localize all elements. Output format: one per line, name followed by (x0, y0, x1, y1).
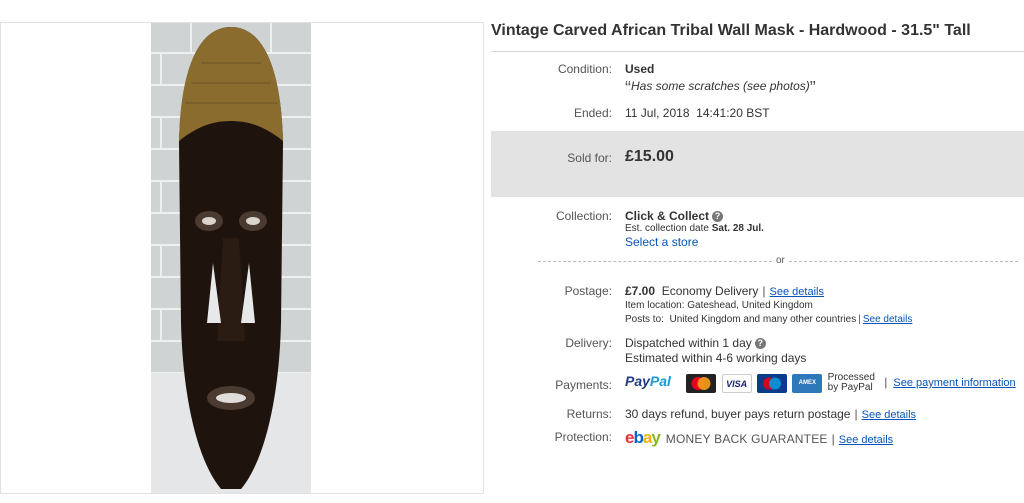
product-photo[interactable] (151, 23, 311, 493)
condition-note-text: Has some scratches (see photos) (631, 79, 810, 93)
mastercard-icon (686, 373, 717, 393)
returns-value: 30 days refund, buyer pays return postag… (625, 407, 917, 421)
collection-est: Est. collection date Sat. 28 Jul. (625, 223, 764, 234)
or-label: or (772, 255, 789, 266)
processed-by-paypal: Processed by PayPal (828, 373, 875, 393)
listing-title: Vintage Carved African Tribal Wall Mask … (491, 22, 971, 39)
collection-est-prefix: Est. collection date (625, 223, 709, 234)
money-back-guarantee: MONEY BACK GUARANTEE (665, 432, 828, 446)
processed-line2: by PayPal (827, 382, 873, 393)
ended-time: 14:41:20 BST (696, 106, 770, 120)
ended-label: Ended: (573, 106, 612, 120)
protection-label: Protection: (554, 430, 612, 444)
protection-value: ebay MONEY BACK GUARANTEE | See details (625, 428, 894, 447)
postage-price: £7.00 (625, 284, 656, 298)
posts-to-see-details-link[interactable]: See details (863, 314, 912, 325)
collection-est-date: Sat. 28 Jul. (711, 223, 764, 234)
postage-value: £7.00 Economy Delivery | See details (625, 284, 824, 298)
ebay-logo-b: b (633, 428, 643, 447)
ended-date: 11 Jul, 2018 (625, 106, 690, 120)
payments-row: Payments: PayPal VISA AMEX Processed by P… (491, 373, 1024, 397)
postage-service: Economy Delivery (661, 284, 759, 298)
help-icon[interactable]: ? (712, 211, 724, 222)
condition-label: Condition: (557, 62, 612, 76)
paypal-logo-part1: Pay (625, 373, 650, 390)
collection-method-text: Click & Collect (625, 209, 710, 223)
posts-to-label: Posts to: (625, 314, 664, 325)
posts-to-value: United Kingdom and many other countries (669, 314, 857, 325)
sold-price: £15.00 (625, 148, 674, 165)
delivery-dispatch: Dispatched within 1 day? (625, 336, 766, 350)
payment-methods: PayPal VISA AMEX Processed by PayPal | See… (625, 372, 1016, 393)
title-divider (491, 51, 1024, 52)
amex-icon: AMEX (792, 373, 823, 393)
visa-icon: VISA (721, 373, 752, 393)
postage-see-details-link[interactable]: See details (770, 286, 824, 298)
returns-label: Returns: (566, 407, 612, 421)
ebay-logo-y: y (651, 428, 661, 447)
item-location: Item location: Gateshead, United Kingdom (625, 300, 813, 311)
delivery-estimate: Estimated within 4-6 working days (625, 351, 807, 365)
payments-label: Payments: (555, 378, 612, 392)
postage-label: Postage: (564, 284, 612, 298)
ebay-logo: ebay (625, 428, 661, 447)
delivery-help-icon[interactable]: ? (754, 338, 766, 349)
ended-datetime: 11 Jul, 2018 14:41:20 BST (625, 106, 770, 120)
image-panel (0, 22, 484, 494)
collection-method: Click & Collect? (625, 209, 724, 223)
select-store-link[interactable]: Select a store (625, 235, 698, 249)
maestro-icon (756, 373, 787, 393)
paypal-logo-part2: Pal (649, 373, 671, 390)
returns-text: 30 days refund, buyer pays return postag… (625, 407, 851, 421)
condition-note: “Has some scratches (see photos)” (625, 78, 816, 98)
protection-see-details-link[interactable]: See details (839, 434, 893, 446)
see-payment-information-link[interactable]: See payment information (893, 377, 1015, 389)
condition-value: Used (625, 62, 655, 76)
collection-label: Collection: (555, 209, 612, 223)
delivery-label: Delivery: (565, 336, 612, 350)
delivery-dispatch-text: Dispatched within 1 day (625, 336, 752, 350)
posts-to: Posts to: United Kingdom and many other … (625, 314, 913, 325)
returns-see-details-link[interactable]: See details (862, 409, 916, 421)
sold-label: Sold for: (567, 151, 612, 165)
paypal-logo: PayPal (625, 373, 671, 389)
